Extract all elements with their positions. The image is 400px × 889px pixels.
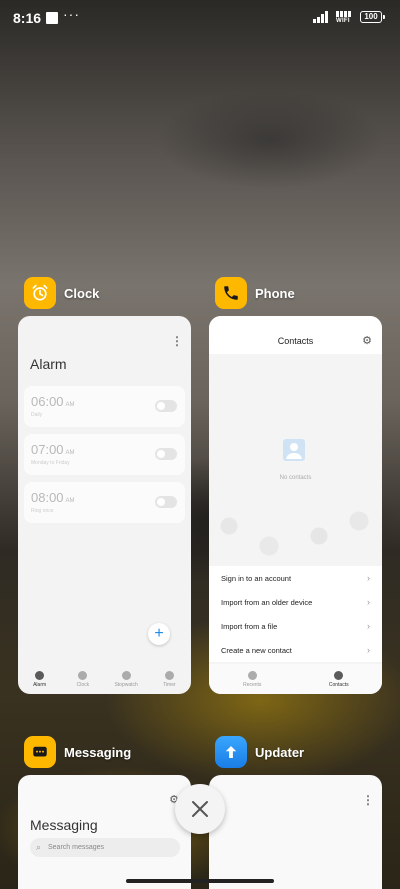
signal-icon xyxy=(313,11,328,23)
alarm-ampm: AM xyxy=(65,402,75,408)
stopwatch-icon xyxy=(121,670,131,680)
nav-label: Stopwatch xyxy=(114,681,138,688)
alarm-row: 07:00 AM Monday to Friday xyxy=(24,434,185,475)
phone-icon xyxy=(215,277,247,309)
alarm-toggle xyxy=(155,448,177,460)
chevron-right-icon: › xyxy=(367,597,370,607)
option-import-file: Import from a file › xyxy=(209,614,382,638)
alarm-toggle xyxy=(155,496,177,508)
search-messages-field: Search messages xyxy=(30,838,180,857)
alarm-time: 07:00 xyxy=(31,442,64,457)
chat-icon xyxy=(24,736,56,768)
nav-label: Timer xyxy=(163,681,176,688)
app-name-clock: Clock xyxy=(64,285,100,301)
add-alarm-button: + xyxy=(148,623,170,645)
alarm-time: 06:00 xyxy=(31,394,64,409)
option-sign-in: Sign in to an account › xyxy=(209,566,382,590)
alarm-repeat: Monday to Friday xyxy=(31,460,70,466)
nav-label: Contacts xyxy=(328,681,349,688)
clock-icon xyxy=(78,670,88,680)
nav-alarm: Alarm xyxy=(18,664,61,694)
phone-bottom-nav: Recents Contacts xyxy=(209,664,382,694)
app-header-messaging[interactable]: Messaging xyxy=(24,736,131,768)
app-name-messaging: Messaging xyxy=(64,744,132,760)
hourglass-icon xyxy=(164,670,174,680)
option-label: Create a new contact xyxy=(221,645,292,655)
option-label: Sign in to an account xyxy=(221,573,292,583)
nav-label: Recents xyxy=(243,681,262,688)
nav-label: Clock xyxy=(76,681,90,688)
app-header-phone[interactable]: Phone xyxy=(215,277,295,309)
messaging-title: Messaging xyxy=(30,817,98,833)
clear-all-button[interactable] xyxy=(175,784,225,834)
person-icon xyxy=(334,670,344,680)
contacts-header xyxy=(209,316,382,354)
chevron-right-icon: › xyxy=(367,645,370,655)
option-create-contact: Create a new contact › xyxy=(209,638,382,662)
alarm-ampm: AM xyxy=(65,498,75,504)
option-import-device: Import from an older device › xyxy=(209,590,382,614)
chevron-right-icon: › xyxy=(367,573,370,583)
app-card-updater[interactable]: ⋮ xyxy=(209,775,382,889)
status-bar: 8:16 ··· WIFI 100 xyxy=(0,0,400,36)
nav-label: Alarm xyxy=(33,681,47,688)
more-notifications-icon: ··· xyxy=(63,6,80,22)
more-icon: ⋮ xyxy=(171,334,183,348)
alarm-toggle xyxy=(155,400,177,412)
wifi-label: WIFI xyxy=(336,18,350,24)
option-label: Import from a file xyxy=(221,621,278,631)
alarm-repeat: Daily xyxy=(31,412,43,418)
decorative-pattern xyxy=(209,496,382,566)
gear-icon: ⚙ xyxy=(362,335,372,347)
chevron-right-icon: › xyxy=(367,621,370,631)
alarm-ampm: AM xyxy=(65,450,75,456)
app-header-updater[interactable]: Updater xyxy=(215,736,304,768)
close-icon xyxy=(192,801,208,817)
home-indicator[interactable] xyxy=(126,879,274,883)
wifi-icon: WIFI xyxy=(336,10,356,24)
contact-placeholder-icon xyxy=(283,439,305,461)
alarm-clock-icon xyxy=(24,277,56,309)
app-card-messaging[interactable]: ⚙ Messaging Search messages xyxy=(18,775,191,889)
app-header-clock[interactable]: Clock xyxy=(24,277,99,309)
alarm-repeat: Ring once xyxy=(31,508,54,514)
phone-icon xyxy=(247,670,257,680)
alarm-icon xyxy=(35,670,45,680)
status-time: 8:16 xyxy=(13,10,42,26)
app-card-phone[interactable]: Contacts ⚙ No contacts Sign in to an acc… xyxy=(209,316,382,694)
app-card-clock[interactable]: ⋮ Alarm 06:00 AM Daily 07:00 AM Monday to … xyxy=(18,316,191,694)
more-icon: ⋮ xyxy=(362,793,374,807)
nav-clock: Clock xyxy=(61,664,104,694)
app-name-phone: Phone xyxy=(255,285,295,301)
contact-options: Sign in to an account › Import from an ol… xyxy=(209,566,382,662)
clock-bottom-nav: Alarm Clock Stopwatch Timer xyxy=(18,664,191,694)
nav-recents: Recents xyxy=(209,664,296,694)
alarm-title: Alarm xyxy=(30,356,67,372)
nav-stopwatch: Stopwatch xyxy=(105,664,148,694)
notification-icon xyxy=(46,12,58,24)
alarm-row: 06:00 AM Daily xyxy=(24,386,185,427)
battery-icon: 100 xyxy=(360,11,385,23)
arrow-up-icon xyxy=(215,736,247,768)
option-label: Import from an older device xyxy=(221,597,313,607)
empty-state-text: No contacts xyxy=(279,475,312,481)
nav-contacts: Contacts xyxy=(296,664,383,694)
nav-timer: Timer xyxy=(148,664,191,694)
app-name-updater: Updater xyxy=(255,744,305,760)
alarm-row: 08:00 AM Ring once xyxy=(24,482,185,523)
contacts-title: Contacts xyxy=(277,336,314,346)
alarm-time: 08:00 xyxy=(31,490,64,505)
